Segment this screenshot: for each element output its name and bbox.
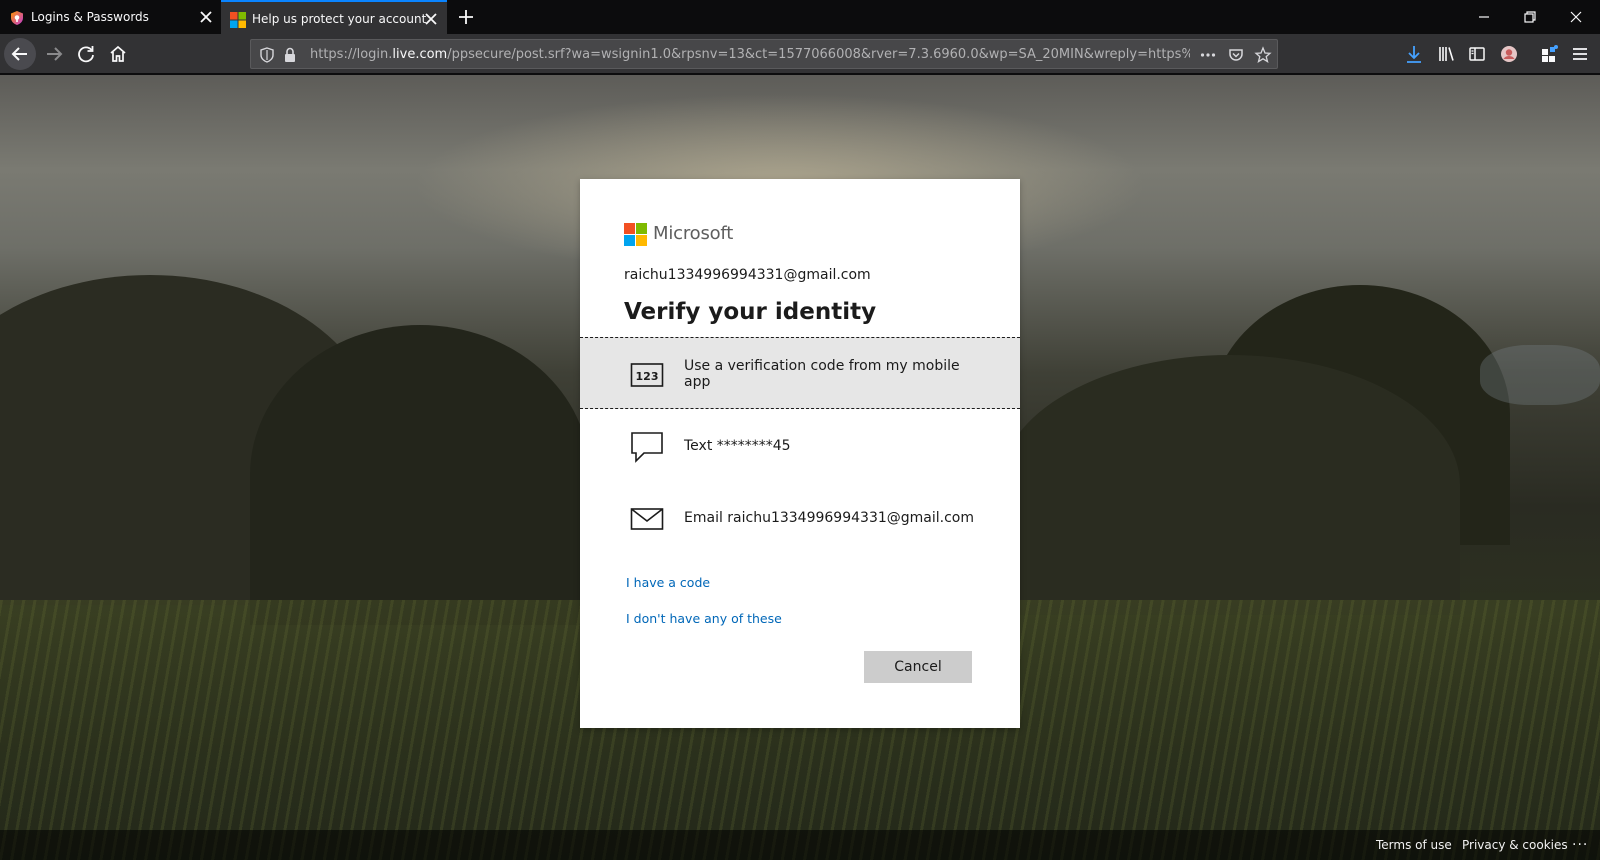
option-label: Use a verification code from my mobile a… [684,358,960,390]
option-text-message[interactable]: Text ********45 [580,410,1020,482]
reload-icon[interactable] [70,38,102,70]
tab-label: Logins & Passwords [31,10,149,24]
url-host: live.com [392,47,448,62]
close-tab-icon[interactable] [421,9,441,29]
close-tab-icon[interactable] [196,7,216,27]
new-tab-plus-icon[interactable] [455,6,477,28]
option-email[interactable]: Email raichu1334996994331@gmail.com [580,482,1020,554]
hamburger-menu-icon[interactable] [1564,38,1596,70]
tab-strip: Logins & Passwords Help us protect your … [0,0,1600,34]
restore-window-icon[interactable] [1507,4,1553,30]
no-options-link[interactable]: I don't have any of these [626,611,782,626]
terms-of-use-link[interactable]: Terms of use [1376,838,1452,852]
page-actions-dots-icon[interactable] [1199,46,1217,64]
back-arrow-icon[interactable] [4,38,36,70]
forward-arrow-icon[interactable] [38,38,70,70]
page-footer: Terms of use Privacy & cookies ... [0,830,1600,860]
have-code-link[interactable]: I have a code [626,575,710,590]
url-bar[interactable]: https://login.live.com/ppsecure/post.srf… [250,39,1278,69]
library-icon[interactable] [1430,38,1462,70]
page-title: Verify your identity [624,299,877,325]
pocket-icon[interactable] [1227,46,1245,64]
tab-label: Help us protect your account [252,12,427,26]
option-authenticator-app[interactable]: 123 Use a verification code from my mobi… [580,337,1020,409]
url-path: /ppsecure/post.srf?wa=wsignin1.0&rpsnv=1… [447,47,1190,62]
cancel-button[interactable]: Cancel [864,651,972,683]
tab-help-protect-account[interactable]: Help us protect your account [221,0,447,34]
padlock-icon[interactable] [281,46,299,64]
tracking-protection-shield-icon[interactable] [258,46,276,64]
lockwise-icon [11,11,23,25]
account-avatar-icon[interactable] [1493,38,1525,70]
account-email: raichu1334996994331@gmail.com [624,267,871,283]
minimize-window-icon[interactable] [1461,4,1507,30]
privacy-cookies-link[interactable]: Privacy & cookies [1462,838,1568,852]
sidebar-toggle-icon[interactable] [1461,38,1493,70]
downloads-arrow-icon[interactable] [1398,38,1430,70]
verify-identity-dialog: Microsoft raichu1334996994331@gmail.com … [580,179,1020,728]
more-options-ellipsis[interactable]: ... [1572,833,1588,849]
microsoft-icon [230,12,246,28]
brand-name: Microsoft [653,223,734,244]
sms-message-icon [631,432,663,463]
authenticator-code-icon: 123 [630,363,664,387]
microsoft-logo-icon [624,223,648,247]
navigation-toolbar: https://login.live.com/ppsecure/post.srf… [0,34,1600,74]
email-envelope-icon [630,508,664,530]
tab-logins-passwords[interactable]: Logins & Passwords [0,0,220,34]
close-window-icon[interactable] [1553,4,1599,30]
home-icon[interactable] [102,38,134,70]
code-icon-text: 123 [636,370,659,383]
url-text[interactable]: https://login.live.com/ppsecure/post.srf… [310,47,1190,62]
option-label: Text ********45 [684,438,791,454]
option-label: Email raichu1334996994331@gmail.com [684,510,974,526]
url-prefix: https://login. [310,47,393,62]
bookmark-star-icon[interactable] [1254,46,1272,64]
sign-in-page: Microsoft raichu1334996994331@gmail.com … [0,75,1600,860]
extensions-icon[interactable] [1533,38,1565,70]
